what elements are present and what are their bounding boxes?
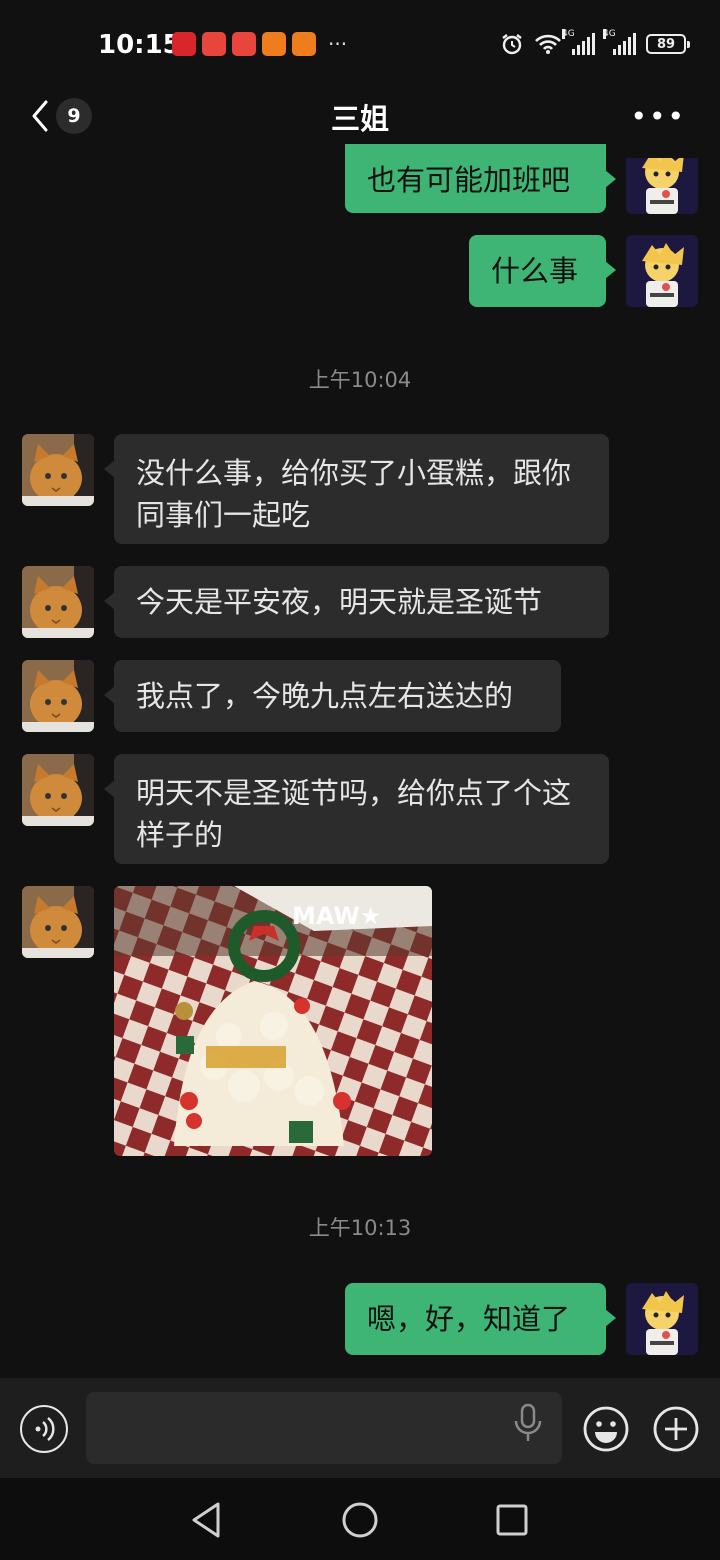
my-avatar[interactable]	[626, 235, 698, 307]
more-options-icon[interactable]: •••	[630, 100, 686, 133]
message-text: 明天不是圣诞节吗，给你点了个这样子的	[136, 776, 572, 852]
message-bubble-outgoing[interactable]: 嗯，好，知道了	[345, 1283, 616, 1355]
message-input-bar	[0, 1378, 720, 1478]
message-text: 我点了，今晚九点左右送达的	[136, 679, 514, 713]
emoji-icon[interactable]	[582, 1405, 630, 1453]
nav-home-icon[interactable]	[340, 1500, 380, 1540]
voice-mode-icon[interactable]	[20, 1405, 68, 1453]
my-avatar[interactable]	[626, 1283, 698, 1355]
microphone-icon[interactable]	[510, 1401, 546, 1445]
message-bubble-incoming[interactable]: 我点了，今晚九点左右送达的	[104, 660, 561, 732]
shopping-app-icon	[262, 32, 286, 56]
nav-recents-icon[interactable]	[494, 1500, 530, 1540]
message-text: 今天是平安夜，明天就是圣诞节	[136, 585, 543, 619]
message-timestamp: 上午10:13	[308, 1216, 412, 1240]
status-time: 10:15	[98, 30, 181, 60]
message-bubble-outgoing[interactable]: 什么事	[469, 235, 616, 307]
status-bar: 10:15 ··· 4G 4G 89	[0, 0, 720, 88]
message-bubble-incoming[interactable]: 今天是平安夜，明天就是圣诞节	[104, 566, 609, 638]
wifi-icon	[535, 34, 561, 54]
message-bubble-incoming[interactable]: 明天不是圣诞节吗，给你点了个这样子的	[104, 754, 609, 864]
plus-icon[interactable]	[652, 1405, 700, 1453]
signal-icon: 4G	[603, 29, 636, 55]
message-text: 也有可能加班吧	[367, 163, 571, 197]
message-bubble-outgoing[interactable]: 也有可能加班吧	[345, 144, 616, 213]
notification-icons: ···	[172, 32, 347, 56]
chat-title: 三姐	[330, 102, 389, 136]
my-avatar[interactable]	[626, 158, 698, 214]
photo-watermark-text: MAW★	[292, 902, 381, 930]
shopping-app-icon	[292, 32, 316, 56]
contact-avatar[interactable]	[22, 886, 94, 958]
contact-avatar[interactable]	[22, 660, 94, 732]
message-input-field[interactable]	[86, 1392, 562, 1464]
system-navigation-bar	[0, 1478, 720, 1560]
contact-avatar[interactable]	[22, 434, 94, 506]
contact-avatar[interactable]	[22, 754, 94, 826]
chat-header: 9 三姐 •••	[0, 88, 720, 144]
message-text: 什么事	[491, 254, 579, 288]
more-notifications-icon: ···	[328, 32, 348, 56]
signal-icon: 4G	[562, 29, 595, 55]
alarm-icon	[502, 34, 522, 55]
cake-photo-message[interactable]: MAW★	[114, 886, 432, 1156]
battery-icon: 89	[646, 34, 690, 54]
nav-back-icon[interactable]	[188, 1500, 224, 1540]
message-bubble-incoming[interactable]: 没什么事，给你买了小蛋糕，跟你同事们一起吃	[104, 434, 609, 544]
video-app-icon	[232, 32, 256, 56]
news-app-icon	[172, 32, 196, 56]
message-text: 没什么事，给你买了小蛋糕，跟你同事们一起吃	[136, 456, 572, 532]
video-app-icon	[202, 32, 226, 56]
contact-avatar[interactable]	[22, 566, 94, 638]
message-text: 嗯，好，知道了	[367, 1302, 571, 1336]
message-timestamp: 上午10:04	[308, 368, 412, 392]
